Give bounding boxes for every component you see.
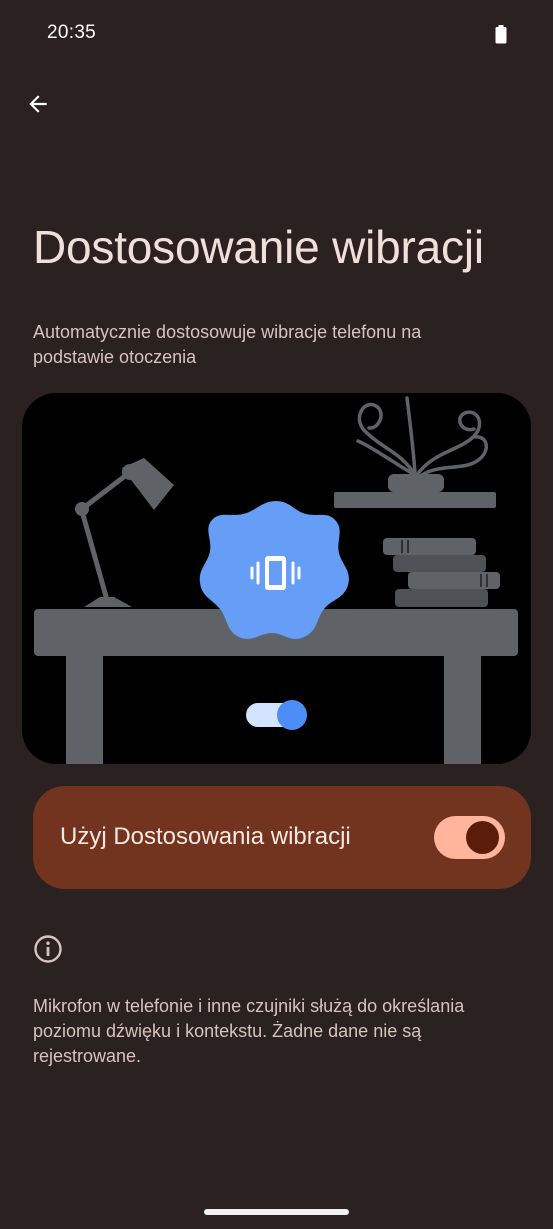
page-subtitle: Automatycznie dostosowuje wibracje telef… bbox=[33, 322, 422, 367]
desk-leg-right bbox=[444, 655, 481, 764]
page-title: Dostosowanie wibracji bbox=[33, 221, 484, 273]
gesture-nav-handle[interactable] bbox=[204, 1209, 349, 1215]
info-icon bbox=[34, 935, 62, 963]
vibration-adjust-toggle-row[interactable]: Użyj Dostosowania wibracji bbox=[33, 786, 531, 889]
switch-thumb bbox=[466, 821, 499, 854]
plant-pot bbox=[388, 474, 444, 492]
plant-icon bbox=[356, 396, 488, 479]
lamp-icon bbox=[75, 458, 174, 607]
battery-icon bbox=[495, 25, 507, 44]
status-bar: 20:35 bbox=[0, 0, 553, 68]
books-icon bbox=[383, 538, 500, 607]
toggle-label: Użyj Dostosowania wibracji bbox=[60, 823, 351, 850]
wall-shelf bbox=[334, 492, 496, 508]
back-button[interactable] bbox=[18, 84, 58, 124]
status-time: 20:35 bbox=[47, 22, 97, 43]
desk-illustration bbox=[34, 396, 518, 764]
vibration-adjust-switch[interactable] bbox=[434, 816, 505, 859]
illustration bbox=[22, 393, 531, 764]
arrow-back-icon bbox=[29, 95, 47, 113]
info-text: Mikrofon w telefonie i inne czujniki słu… bbox=[33, 996, 465, 1066]
mini-switch-icon bbox=[246, 700, 307, 730]
desk-leg-left bbox=[66, 655, 103, 764]
